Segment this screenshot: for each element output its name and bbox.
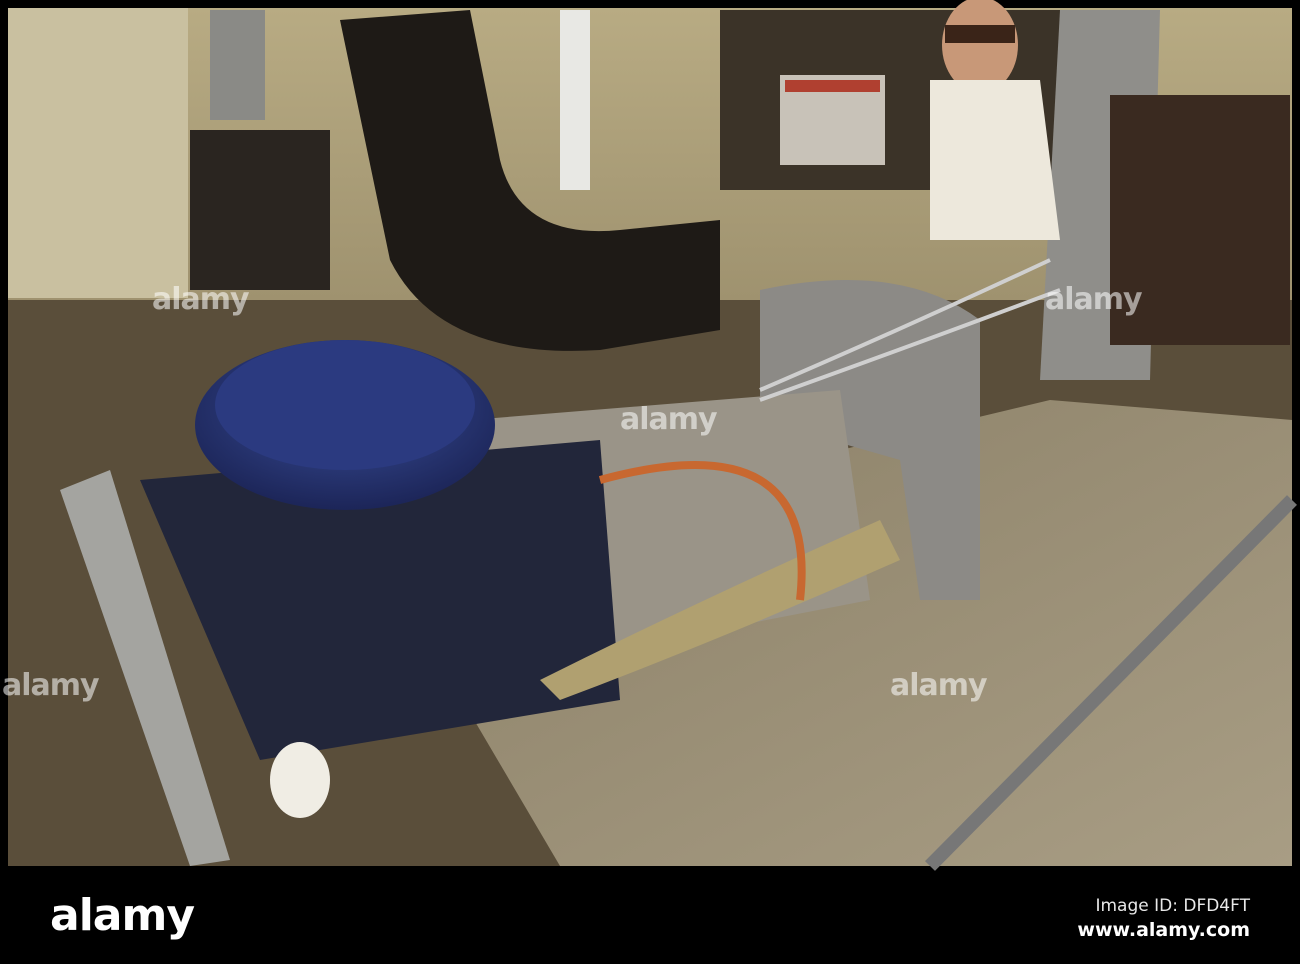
watermark: alamy: [1045, 282, 1143, 317]
oil-filter: [270, 742, 330, 818]
watermark: alamy: [620, 402, 718, 437]
image-id: Image ID: DFD4FT: [1095, 896, 1250, 916]
photo-engine-test-lab: [0, 0, 1300, 876]
watermark: alamy: [152, 282, 250, 317]
watermark: alamy: [890, 668, 988, 703]
man-head: [942, 0, 1018, 93]
white-pipe: [560, 10, 590, 190]
alamy-logo: alamy: [50, 890, 195, 941]
footer-bar: alamy Image ID: DFD4FT www.alamy.com: [0, 876, 1300, 964]
site-url: www.alamy.com: [1077, 919, 1250, 941]
wall-panels: [8, 8, 188, 298]
watermark: alamy: [2, 668, 100, 703]
man-shirt: [930, 80, 1060, 240]
